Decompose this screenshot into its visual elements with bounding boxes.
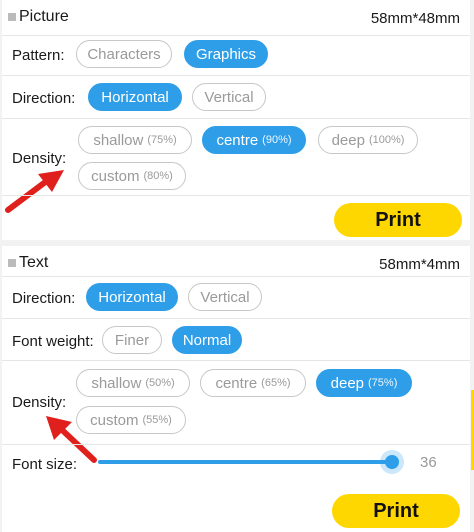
text-density-deep-button[interactable]: deep (75%) (316, 369, 412, 397)
divider (2, 75, 470, 76)
text-direction-vertical-button[interactable]: Vertical (188, 283, 262, 311)
text-density-centre-button[interactable]: centre (65%) (200, 369, 306, 397)
density-option-label: centre (215, 374, 258, 392)
density-option-percent: (65%) (261, 377, 291, 389)
divider (2, 276, 470, 277)
pattern-graphics-button[interactable]: Graphics (184, 40, 268, 68)
font-weight-normal-button[interactable]: Normal (172, 326, 242, 354)
text-print-button[interactable]: Print (332, 494, 460, 528)
density-option-label: custom (91, 167, 140, 185)
direction-horizontal-button[interactable]: Horizontal (88, 83, 182, 111)
text-density-label: Density: (12, 394, 67, 411)
divider (2, 35, 470, 36)
font-weight-finer-button[interactable]: Finer (102, 326, 162, 354)
font-size-label: Font size: (12, 456, 78, 473)
font-weight-label: Font weight: (12, 333, 94, 350)
divider (2, 318, 470, 319)
divider (2, 195, 470, 196)
red-arrow-icon (5, 170, 64, 213)
checkbox-icon (8, 13, 16, 21)
pattern-label: Pattern: (12, 47, 65, 64)
density-deep-button[interactable]: deep (100%) (318, 126, 418, 154)
checkbox-icon (8, 259, 16, 267)
text-title-text: Text (19, 254, 49, 271)
text-section-title: Text (8, 254, 48, 272)
text-panel: Text 58mm*4mm Direction: Horizontal Vert… (2, 246, 470, 532)
text-direction-horizontal-button[interactable]: Horizontal (86, 283, 178, 311)
density-option-percent: (50%) (145, 377, 175, 389)
density-option-label: centre (216, 131, 259, 149)
direction-vertical-button[interactable]: Vertical (192, 83, 266, 111)
density-shallow-button[interactable]: shallow (75%) (78, 126, 192, 154)
divider (2, 444, 470, 445)
pattern-characters-button[interactable]: Characters (76, 40, 172, 68)
density-option-label: shallow (93, 131, 144, 149)
text-size: 58mm*4mm (379, 256, 460, 273)
picture-section-title: Picture (8, 8, 69, 26)
text-density-shallow-button[interactable]: shallow (50%) (76, 369, 190, 397)
picture-title-text: Picture (19, 8, 69, 25)
density-custom-button[interactable]: custom (80%) (78, 162, 186, 190)
picture-panel: Picture 58mm*48mm Pattern: Characters Gr… (2, 0, 470, 240)
density-centre-button[interactable]: centre (90%) (202, 126, 306, 154)
density-label: Density: (12, 150, 67, 167)
density-option-percent: (75%) (147, 134, 177, 146)
text-direction-label: Direction: (12, 290, 76, 307)
font-size-slider-track[interactable] (98, 460, 392, 464)
density-option-percent: (55%) (142, 414, 172, 426)
density-option-label: shallow (91, 374, 142, 392)
direction-label: Direction: (12, 90, 76, 107)
font-size-value: 36 (420, 454, 437, 471)
density-option-percent: (90%) (262, 134, 292, 146)
density-option-label: deep (330, 374, 365, 392)
density-option-percent: (100%) (368, 134, 405, 146)
divider (2, 360, 470, 361)
picture-print-button[interactable]: Print (334, 203, 462, 237)
font-size-slider-knob[interactable] (385, 455, 399, 469)
divider (2, 118, 470, 119)
density-option-percent: (75%) (368, 377, 398, 389)
density-option-percent: (80%) (143, 170, 173, 182)
picture-size: 58mm*48mm (370, 10, 460, 27)
density-option-label: deep (331, 131, 365, 149)
